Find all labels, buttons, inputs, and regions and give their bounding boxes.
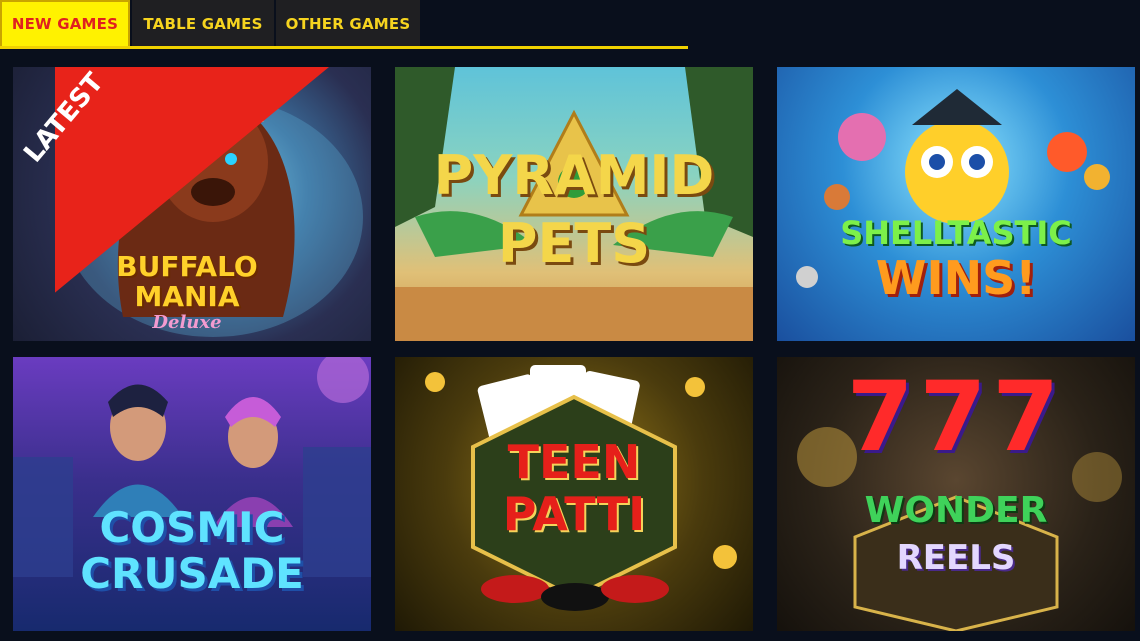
tab-table-games[interactable]: TABLE GAMES — [132, 0, 274, 48]
game-title-line1: SHELLTASTIC — [840, 214, 1072, 252]
tabs-underline — [0, 46, 688, 49]
game-tile-teen-patti[interactable]: TEEN PATTI — [395, 357, 753, 631]
game-subtitle: Deluxe — [152, 312, 222, 333]
game-title-line1: TEEN — [507, 435, 641, 489]
game-title-line2: WINS! — [875, 251, 1037, 305]
tab-other-games[interactable]: OTHER GAMES — [276, 0, 420, 48]
game-tile-cosmic-crusade[interactable]: COSMIC CRUSADE — [13, 357, 371, 631]
game-tile-pyramid-pets[interactable]: PYRAMID PETS — [395, 67, 753, 341]
game-title-line1: BUFFALO — [116, 250, 258, 283]
game-title-line2: MANIA — [134, 280, 240, 313]
game-title-line2: REELS — [896, 538, 1016, 578]
game-title-777: 777 — [846, 361, 1066, 473]
game-tile-shelltastic-wins[interactable]: SHELLTASTIC WINS! — [777, 67, 1135, 341]
game-title-line1: PYRAMID — [433, 144, 715, 207]
game-title-line2: PATTI — [502, 487, 646, 541]
tab-new-games[interactable]: NEW GAMES — [0, 0, 130, 48]
game-tile-777-wonder-reels[interactable]: 777 WONDER REELS — [777, 357, 1135, 631]
game-title-line2: PETS — [497, 212, 651, 275]
game-title-line1: COSMIC — [99, 503, 285, 552]
game-tile-buffalo-mania[interactable]: LATEST BUFFALO MANIA Deluxe — [13, 67, 371, 341]
category-tabs: NEW GAMES TABLE GAMES OTHER GAMES — [0, 0, 422, 48]
game-title-line2: CRUSADE — [80, 549, 304, 598]
game-title-line1: WONDER — [864, 490, 1048, 531]
